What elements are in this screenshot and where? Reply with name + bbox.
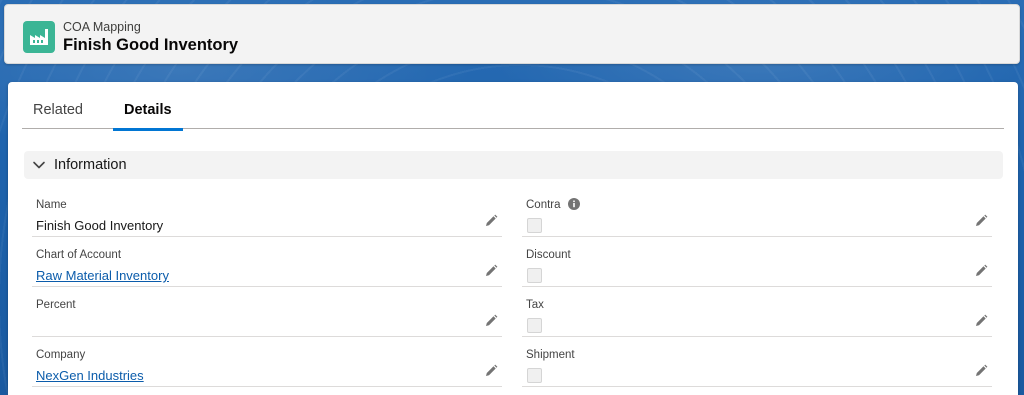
pencil-icon[interactable] (484, 314, 498, 328)
tab-related[interactable]: Related (33, 102, 83, 129)
field-label: Shipment (526, 349, 575, 361)
field-label: Name (36, 199, 67, 211)
info-icon[interactable] (568, 198, 580, 210)
section-title: Information (54, 157, 127, 173)
field-percent: Percent (32, 287, 502, 337)
company-link[interactable]: NexGen Industries (36, 368, 144, 383)
field-discount: Discount (522, 237, 992, 287)
chevron-down-icon (33, 161, 45, 169)
field-value: Finish Good Inventory (36, 218, 164, 233)
factory-icon (23, 21, 55, 53)
tab-label: Related (33, 102, 83, 118)
pencil-icon[interactable] (484, 264, 498, 278)
record-title: Finish Good Inventory (63, 36, 239, 54)
field-company: Company NexGen Industries (32, 337, 502, 387)
chart-of-account-link[interactable]: Raw Material Inventory (36, 268, 169, 283)
field-label: Discount (526, 249, 571, 261)
field-label: Company (36, 349, 86, 361)
section-header-information[interactable]: Information (24, 151, 1003, 179)
discount-checkbox[interactable] (527, 268, 542, 283)
field-label: Contra (526, 199, 561, 211)
tab-label: Details (124, 102, 172, 118)
field-label: Tax (526, 299, 544, 311)
pencil-icon[interactable] (974, 364, 988, 378)
field-label: Chart of Account (36, 249, 122, 261)
pencil-icon[interactable] (974, 214, 988, 228)
tab-bar: Related Details (22, 100, 1004, 131)
tab-details[interactable]: Details (113, 102, 183, 131)
active-tab-indicator (113, 128, 183, 131)
pencil-icon[interactable] (484, 214, 498, 228)
pencil-icon[interactable] (484, 364, 498, 378)
field-tax: Tax (522, 287, 992, 337)
tax-checkbox[interactable] (527, 318, 542, 333)
object-type-label: COA Mapping (63, 20, 141, 34)
pencil-icon[interactable] (974, 314, 988, 328)
field-name: Name Finish Good Inventory (32, 187, 502, 237)
record-header: COA Mapping Finish Good Inventory (4, 4, 1020, 64)
field-contra: Contra (522, 187, 992, 237)
field-label: Percent (36, 299, 76, 311)
field-shipment: Shipment (522, 337, 992, 387)
details-card: Related Details Information Name Finish … (8, 82, 1018, 395)
field-chart-of-account: Chart of Account Raw Material Inventory (32, 237, 502, 287)
contra-checkbox[interactable] (527, 218, 542, 233)
pencil-icon[interactable] (974, 264, 988, 278)
shipment-checkbox[interactable] (527, 368, 542, 383)
